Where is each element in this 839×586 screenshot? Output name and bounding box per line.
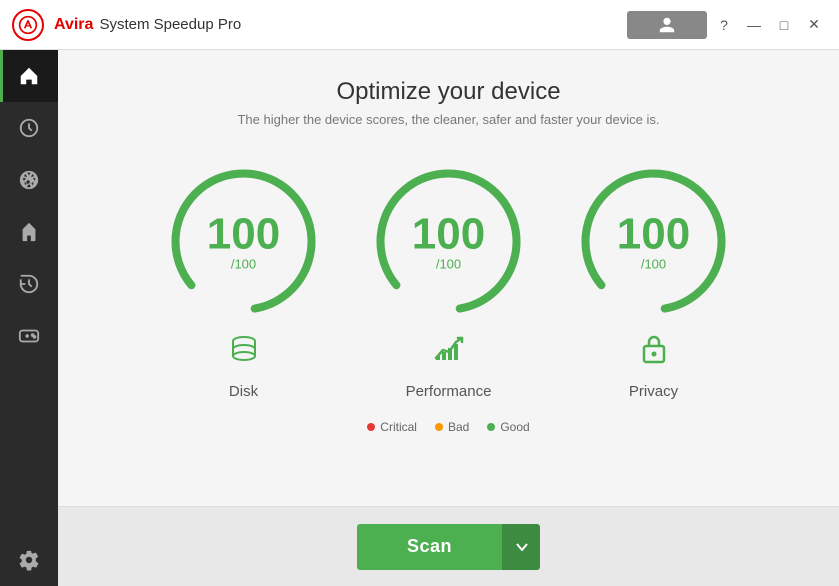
gauge-privacy-wrap: 100 /100 xyxy=(571,159,736,324)
legend: Critical Bad Good xyxy=(367,420,529,434)
home-icon xyxy=(18,65,40,87)
sidebar-item-history[interactable] xyxy=(0,258,58,310)
legend-bad: Bad xyxy=(435,420,469,434)
sidebar-item-optimizer[interactable] xyxy=(0,154,58,206)
gauge-disk-center: 100 /100 xyxy=(207,212,280,271)
gauge-privacy-center: 100 /100 xyxy=(617,212,690,271)
gauge-disk-wrap: 100 /100 xyxy=(161,159,326,324)
critical-label: Critical xyxy=(380,420,417,434)
user-button[interactable] xyxy=(627,11,707,39)
minimize-button[interactable]: — xyxy=(741,12,767,38)
brand-name: Avira xyxy=(54,16,93,34)
history-icon xyxy=(18,273,40,295)
disk-max: /100 xyxy=(231,256,256,271)
gauge-privacy: 100 /100 Privacy xyxy=(571,159,736,400)
performance-label: Performance xyxy=(406,383,492,400)
help-button[interactable]: ? xyxy=(711,12,737,38)
cleaner-icon xyxy=(18,221,40,243)
content-upper: Optimize your device The higher the devi… xyxy=(58,50,839,506)
legend-good: Good xyxy=(487,420,529,434)
privacy-label: Privacy xyxy=(629,383,678,400)
sidebar-item-games[interactable] xyxy=(0,310,58,362)
window-controls: ? — □ ✕ xyxy=(627,11,827,39)
performance-max: /100 xyxy=(436,256,461,271)
product-name: System Speedup Pro xyxy=(99,16,241,33)
good-label: Good xyxy=(500,420,529,434)
privacy-max: /100 xyxy=(641,256,666,271)
sidebar-item-home[interactable] xyxy=(0,50,58,102)
legend-critical: Critical xyxy=(367,420,417,434)
sidebar xyxy=(0,50,58,586)
clock-icon xyxy=(18,117,40,139)
sidebar-item-cleaner[interactable] xyxy=(0,206,58,258)
page-subtitle: The higher the device scores, the cleane… xyxy=(237,112,659,127)
page-title: Optimize your device xyxy=(336,78,560,106)
scan-dropdown-button[interactable] xyxy=(502,524,540,570)
optimizer-icon xyxy=(18,169,40,191)
bad-dot xyxy=(435,423,443,431)
gauge-performance: 100 /100 xyxy=(366,159,531,400)
app-logo xyxy=(12,9,44,41)
good-dot xyxy=(487,423,495,431)
gauge-disk: 100 /100 xyxy=(161,159,326,400)
disk-score: 100 xyxy=(207,212,280,256)
maximize-button[interactable]: □ xyxy=(771,12,797,38)
gauge-row: 100 /100 xyxy=(161,159,736,400)
critical-dot xyxy=(367,423,375,431)
scan-button[interactable]: Scan xyxy=(357,524,502,570)
content-area: Optimize your device The higher the devi… xyxy=(58,50,839,586)
disk-label: Disk xyxy=(229,383,258,400)
sidebar-item-clock[interactable] xyxy=(0,102,58,154)
privacy-score: 100 xyxy=(617,212,690,256)
sidebar-item-settings[interactable] xyxy=(0,534,58,586)
games-icon xyxy=(18,325,40,347)
bad-label: Bad xyxy=(448,420,469,434)
gauge-performance-wrap: 100 /100 xyxy=(366,159,531,324)
chevron-down-icon xyxy=(515,540,529,554)
settings-icon xyxy=(18,549,40,571)
close-button[interactable]: ✕ xyxy=(801,12,827,38)
bottom-bar: Scan xyxy=(58,506,839,586)
main-layout: Optimize your device The higher the devi… xyxy=(0,50,839,586)
titlebar: Avira System Speedup Pro ? — □ ✕ xyxy=(0,0,839,50)
performance-score: 100 xyxy=(412,212,485,256)
gauge-performance-center: 100 /100 xyxy=(412,212,485,271)
